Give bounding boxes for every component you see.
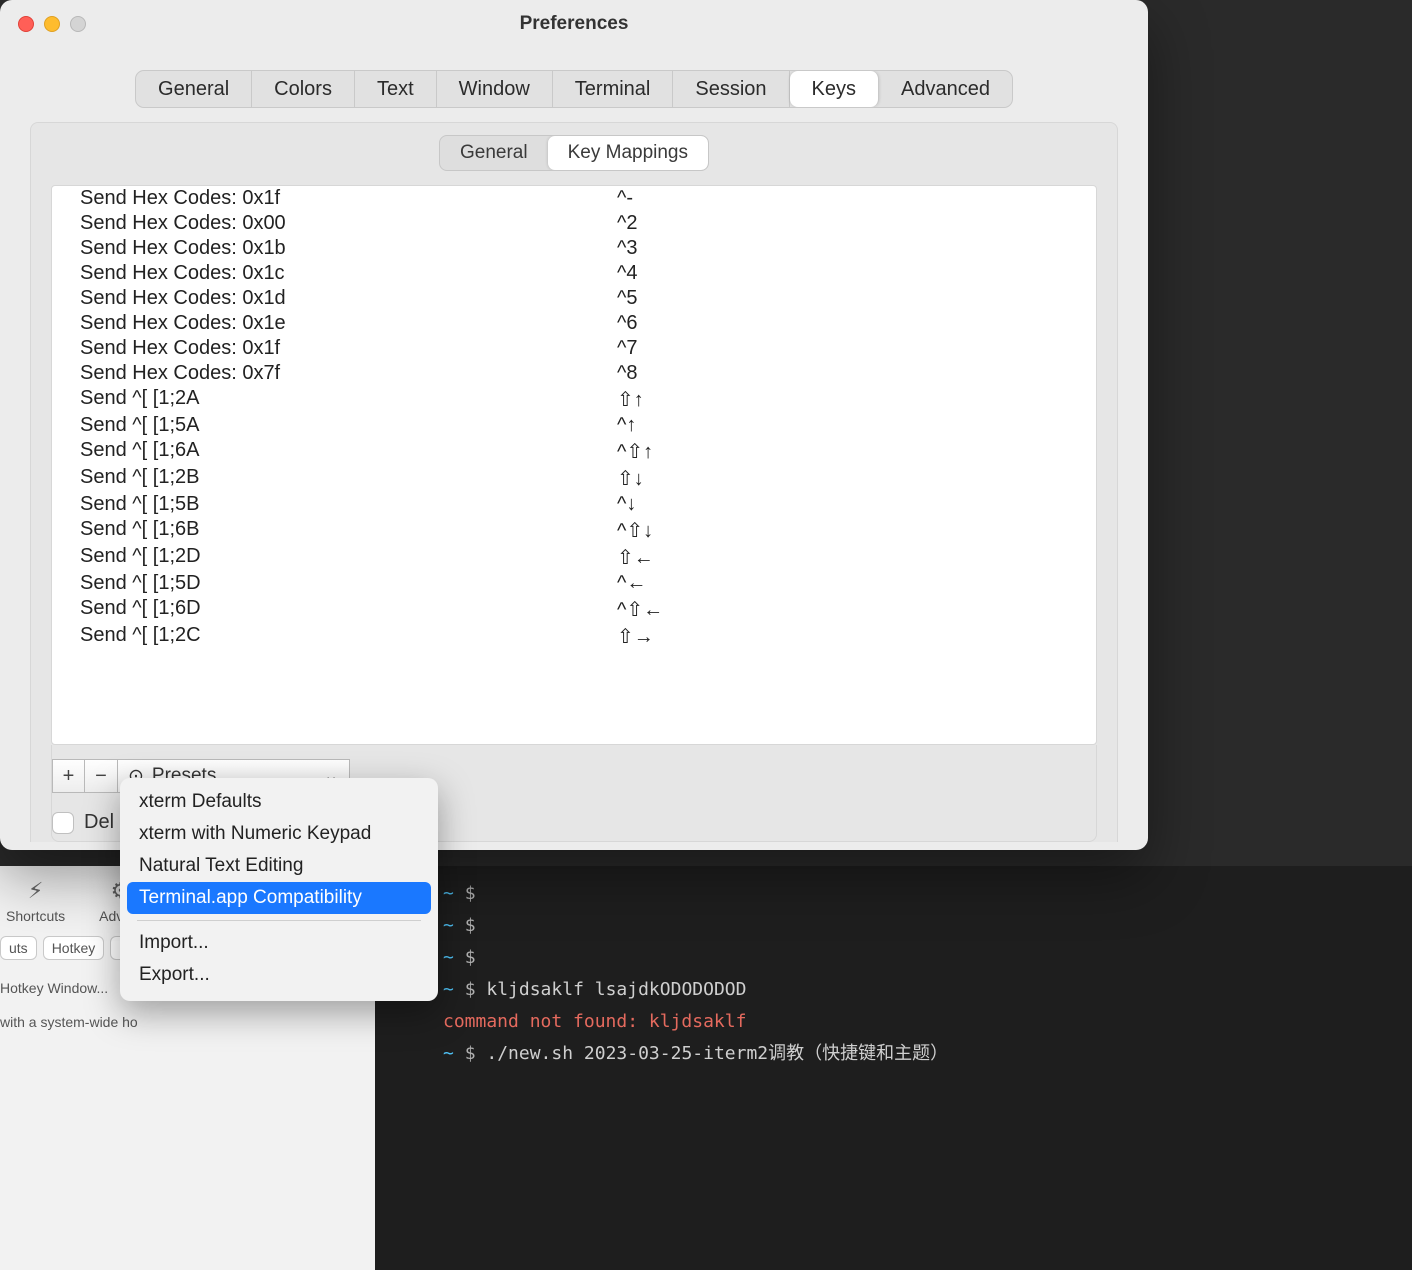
table-row[interactable]: Send ^[ [1;2D⇧← [52, 544, 1096, 571]
mapping-shortcut: ^8 [607, 362, 1096, 385]
add-button[interactable]: + [52, 759, 85, 793]
titlebar: Preferences [0, 0, 1148, 48]
table-row[interactable]: Send Hex Codes: 0x00^2 [52, 211, 1096, 236]
mapping-action: Send Hex Codes: 0x1b [52, 237, 607, 260]
table-row[interactable]: Send ^[ [1;5B^↓ [52, 492, 1096, 517]
mapping-action: Send Hex Codes: 0x1f [52, 337, 607, 360]
mapping-shortcut: ^← [607, 572, 1096, 595]
mapping-shortcut: ^4 [607, 262, 1096, 285]
sub-tabs: GeneralKey Mappings [439, 135, 709, 171]
mapping-shortcut: ⇧← [607, 545, 1096, 570]
terminal-window[interactable]: ~ $ ~ $ ~ $ ~ $ kljdsaklf lsajdkODODODOD… [375, 866, 1412, 1270]
remove-button[interactable]: − [85, 759, 118, 793]
table-row[interactable]: Send ^[ [1;2A⇧↑ [52, 386, 1096, 413]
preset-item-natural-text-editing[interactable]: Natural Text Editing [127, 850, 431, 882]
table-row[interactable]: Send Hex Codes: 0x1c^4 [52, 261, 1096, 286]
pill-partial[interactable]: uts [0, 936, 37, 960]
mapping-action: Send ^[ [1;6D [52, 597, 607, 622]
preferences-window: Preferences GeneralColorsTextWindowTermi… [0, 0, 1148, 850]
mapping-action: Send ^[ [1;6B [52, 518, 607, 543]
window-title: Preferences [520, 13, 629, 35]
key-mappings-table[interactable]: Send Hex Codes: 0x1f^-Send Hex Codes: 0x… [51, 185, 1097, 745]
table-row[interactable]: Send ^[ [1;6B^⇧↓ [52, 517, 1096, 544]
table-row[interactable]: Send ^[ [1;6A^⇧↑ [52, 438, 1096, 465]
mapping-shortcut: ^3 [607, 237, 1096, 260]
mapping-shortcut: ^↑ [607, 414, 1096, 437]
tab-text[interactable]: Text [355, 71, 437, 107]
mapping-shortcut: ^⇧↓ [607, 518, 1096, 543]
mapping-shortcut: ⇧↓ [607, 466, 1096, 491]
bolt-icon: ⚡︎ [21, 876, 51, 906]
pill-hotkey[interactable]: Hotkey [43, 936, 105, 960]
mapping-action: Send Hex Codes: 0x00 [52, 212, 607, 235]
table-row[interactable]: Send ^[ [1;6D^⇧← [52, 596, 1096, 623]
mapping-action: Send Hex Codes: 0x7f [52, 362, 607, 385]
tab-advanced[interactable]: Advanced [879, 71, 1012, 107]
menu-separator [137, 920, 421, 921]
mapping-action: Send ^[ [1;2D [52, 545, 607, 570]
mapping-action: Send ^[ [1;5D [52, 572, 607, 595]
mapping-action: Send Hex Codes: 0x1d [52, 287, 607, 310]
mapping-action: Send ^[ [1;2A [52, 387, 607, 412]
shortcuts-section[interactable]: ⚡︎ Shortcuts [6, 876, 65, 924]
table-row[interactable]: Send Hex Codes: 0x1f^7 [52, 336, 1096, 361]
mapping-action: Send ^[ [1;5B [52, 493, 607, 516]
mapping-shortcut: ⇧→ [607, 624, 1096, 649]
mapping-action: Send ^[ [1;6A [52, 439, 607, 464]
delete-checkbox-label-partial: Del [84, 811, 114, 834]
mapping-shortcut: ^7 [607, 337, 1096, 360]
table-row[interactable]: Send Hex Codes: 0x1e^6 [52, 311, 1096, 336]
table-row[interactable]: Send Hex Codes: 0x1f^- [52, 186, 1096, 211]
tab-keys[interactable]: Keys [790, 71, 879, 107]
preset-item-xterm-with-numeric-keypad[interactable]: xterm with Numeric Keypad [127, 818, 431, 850]
tab-general[interactable]: General [136, 71, 252, 107]
minimize-icon[interactable] [44, 16, 60, 32]
top-tabs: GeneralColorsTextWindowTerminalSessionKe… [0, 48, 1148, 108]
table-row[interactable]: Send Hex Codes: 0x1b^3 [52, 236, 1096, 261]
preset-export[interactable]: Export... [127, 959, 431, 991]
preset-item-xterm-defaults[interactable]: xterm Defaults [127, 786, 431, 818]
mapping-action: Send ^[ [1;2C [52, 624, 607, 649]
mapping-shortcut: ^↓ [607, 493, 1096, 516]
mapping-shortcut: ^5 [607, 287, 1096, 310]
shortcuts-label: Shortcuts [6, 908, 65, 924]
tab-terminal[interactable]: Terminal [553, 71, 674, 107]
table-row[interactable]: Send Hex Codes: 0x7f^8 [52, 361, 1096, 386]
zoom-icon [70, 16, 86, 32]
table-row[interactable]: Send Hex Codes: 0x1d^5 [52, 286, 1096, 311]
subtab-key-mappings[interactable]: Key Mappings [548, 136, 708, 170]
mapping-action: Send Hex Codes: 0x1f [52, 187, 607, 210]
mapping-action: Send ^[ [1;5A [52, 414, 607, 437]
mapping-shortcut: ^⇧↑ [607, 439, 1096, 464]
preset-item-terminal-app-compatibility[interactable]: Terminal.app Compatibility [127, 882, 431, 914]
tab-window[interactable]: Window [437, 71, 553, 107]
delete-checkbox[interactable] [52, 812, 74, 834]
close-icon[interactable] [18, 16, 34, 32]
table-row[interactable]: Send ^[ [1;2B⇧↓ [52, 465, 1096, 492]
tab-colors[interactable]: Colors [252, 71, 355, 107]
mapping-action: Send Hex Codes: 0x1c [52, 262, 607, 285]
mapping-action: Send ^[ [1;2B [52, 466, 607, 491]
mapping-shortcut: ^- [607, 187, 1096, 210]
subtab-general[interactable]: General [440, 136, 548, 170]
mapping-shortcut: ^⇧← [607, 597, 1096, 622]
preset-import[interactable]: Import... [127, 927, 431, 959]
mapping-shortcut: ⇧↑ [607, 387, 1096, 412]
tab-session[interactable]: Session [673, 71, 789, 107]
mapping-shortcut: ^2 [607, 212, 1096, 235]
table-row[interactable]: Send ^[ [1;5D^← [52, 571, 1096, 596]
presets-menu: xterm Defaultsxterm with Numeric KeypadN… [120, 778, 438, 1001]
mapping-shortcut: ^6 [607, 312, 1096, 335]
table-row[interactable]: Send ^[ [1;2C⇧→ [52, 623, 1096, 650]
sub-area: GeneralKey Mappings Send Hex Codes: 0x1f… [30, 122, 1118, 842]
mapping-action: Send Hex Codes: 0x1e [52, 312, 607, 335]
table-row[interactable]: Send ^[ [1;5A^↑ [52, 413, 1096, 438]
systemwide-text: with a system-wide ho [0, 996, 440, 1030]
